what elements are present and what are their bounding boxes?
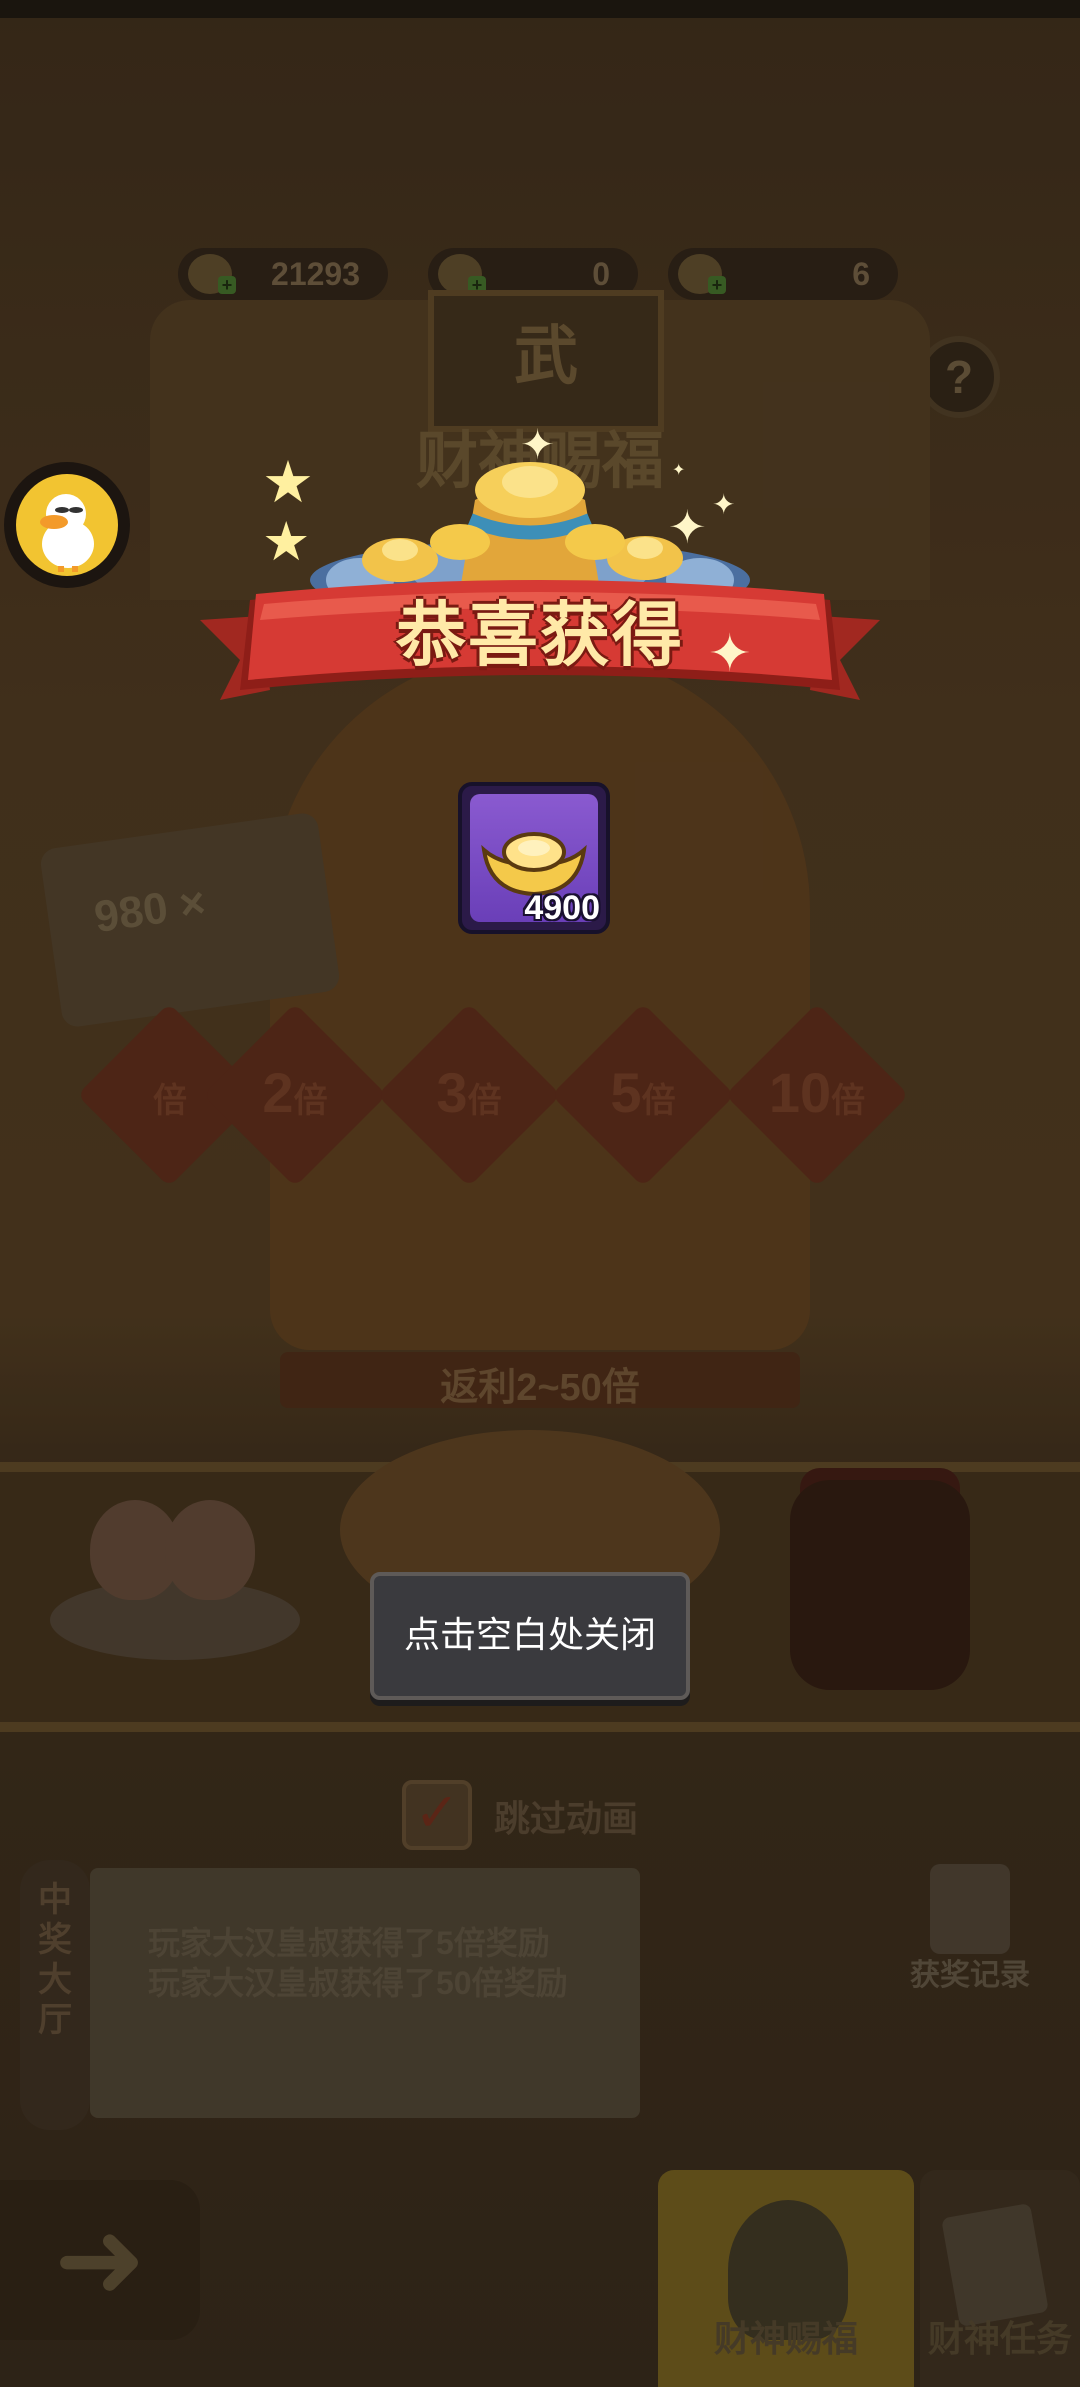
sparkle-icon: ✦ (668, 501, 707, 553)
sparkle-icon: ✦ (672, 462, 686, 479)
reward-item-card[interactable]: 4900 (458, 782, 610, 934)
sparkle-icon: ✦ (708, 625, 752, 683)
star-icon: ★ (262, 450, 314, 515)
reward-title: 恭喜获得 (396, 596, 684, 674)
sparkle-icon: ✦ (712, 489, 736, 520)
reward-popup: ★ ★ ✦ ✦ ✦ ✦ 恭喜获得 ✦ 4900 点击空白处关闭 (0, 0, 1080, 2387)
close-hint-button[interactable]: 点击空白处关闭 (370, 1572, 690, 1700)
star-icon: ★ (262, 512, 311, 572)
item-count: 4900 (524, 889, 600, 927)
sparkle-icon: ✦ (520, 421, 556, 468)
